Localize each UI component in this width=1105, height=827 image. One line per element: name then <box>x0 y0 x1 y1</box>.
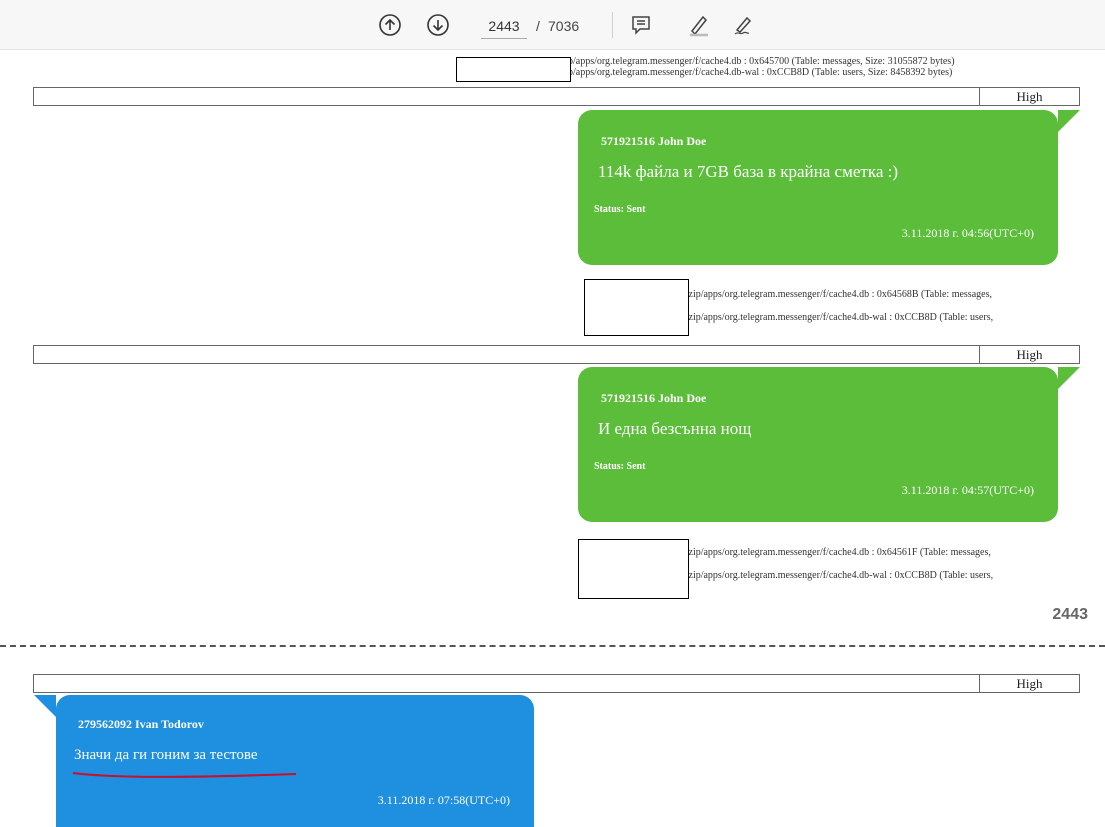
comment-icon[interactable] <box>627 11 655 39</box>
outgoing-message-bubble[interactable]: 571921516 John Doe И една безсънна нощ S… <box>578 367 1080 522</box>
status-value: Sent <box>626 204 646 215</box>
bubble-tail <box>1058 367 1080 389</box>
message-status: Status: Sent <box>594 461 645 472</box>
arrow-up-circle-icon[interactable] <box>376 11 404 39</box>
message-text: И една безсънна нощ <box>598 419 752 438</box>
priority-label: High <box>979 346 1079 363</box>
page-separator: / <box>536 18 540 34</box>
source-line: .zip/apps/org.telegram.messenger/f/cache… <box>686 289 992 300</box>
pdf-toolbar: / 7036 <box>0 0 1105 50</box>
source-line: .zip/apps/org.telegram.messenger/f/cache… <box>686 570 994 581</box>
redaction-box <box>584 279 689 336</box>
priority-label: High <box>979 88 1079 105</box>
sender-name: 279562092 Ivan Todorov <box>78 717 204 731</box>
page-number-label: 2443 <box>1052 606 1088 623</box>
priority-bar: High <box>33 674 1080 693</box>
source-line: p/apps/org.telegram.messenger/f/cache4.d… <box>568 67 953 78</box>
priority-bar: High <box>33 345 1080 364</box>
priority-label: High <box>979 675 1079 692</box>
message-text: Значи да ги гоним за тестове <box>74 747 258 763</box>
bubble-tail <box>34 695 56 717</box>
redaction-box <box>456 57 571 82</box>
status-label: Status: <box>594 204 625 215</box>
bubble-tail <box>1058 110 1080 132</box>
message-text: 114k файла и 7GB база в крайна сметка :) <box>598 162 899 181</box>
message-timestamp: 3.11.2018 г. 07:58(UTC+0) <box>377 793 510 807</box>
message-timestamp: 3.11.2018 г. 04:56(UTC+0) <box>901 226 1034 240</box>
status-label: Status: <box>594 461 625 472</box>
arrow-down-circle-icon[interactable] <box>424 11 452 39</box>
source-line: .zip/apps/org.telegram.messenger/f/cache… <box>686 547 991 558</box>
source-line: p/apps/org.telegram.messenger/f/cache4.d… <box>568 56 955 67</box>
redaction-box <box>578 539 689 599</box>
underline-annotation <box>72 772 297 778</box>
sign-icon[interactable] <box>730 11 758 39</box>
incoming-message-bubble[interactable]: 279562092 Ivan Todorov Значи да ги гоним… <box>34 695 534 827</box>
total-pages: 7036 <box>548 18 580 34</box>
priority-bar: High <box>33 87 1080 106</box>
page-break-line <box>0 645 1105 647</box>
outgoing-message-bubble[interactable]: 571921516 John Doe 114k файла и 7GB база… <box>578 110 1080 265</box>
status-value: Sent <box>626 461 646 472</box>
message-status: Status: Sent <box>594 204 645 215</box>
page-number-input[interactable] <box>481 13 527 39</box>
highlight-pen-icon[interactable] <box>685 11 713 39</box>
sender-name: 571921516 John Doe <box>601 134 707 148</box>
toolbar-divider <box>612 12 613 38</box>
message-timestamp: 3.11.2018 г. 04:57(UTC+0) <box>901 483 1034 497</box>
source-line: .zip/apps/org.telegram.messenger/f/cache… <box>686 312 994 323</box>
sender-name: 571921516 John Doe <box>601 391 707 405</box>
